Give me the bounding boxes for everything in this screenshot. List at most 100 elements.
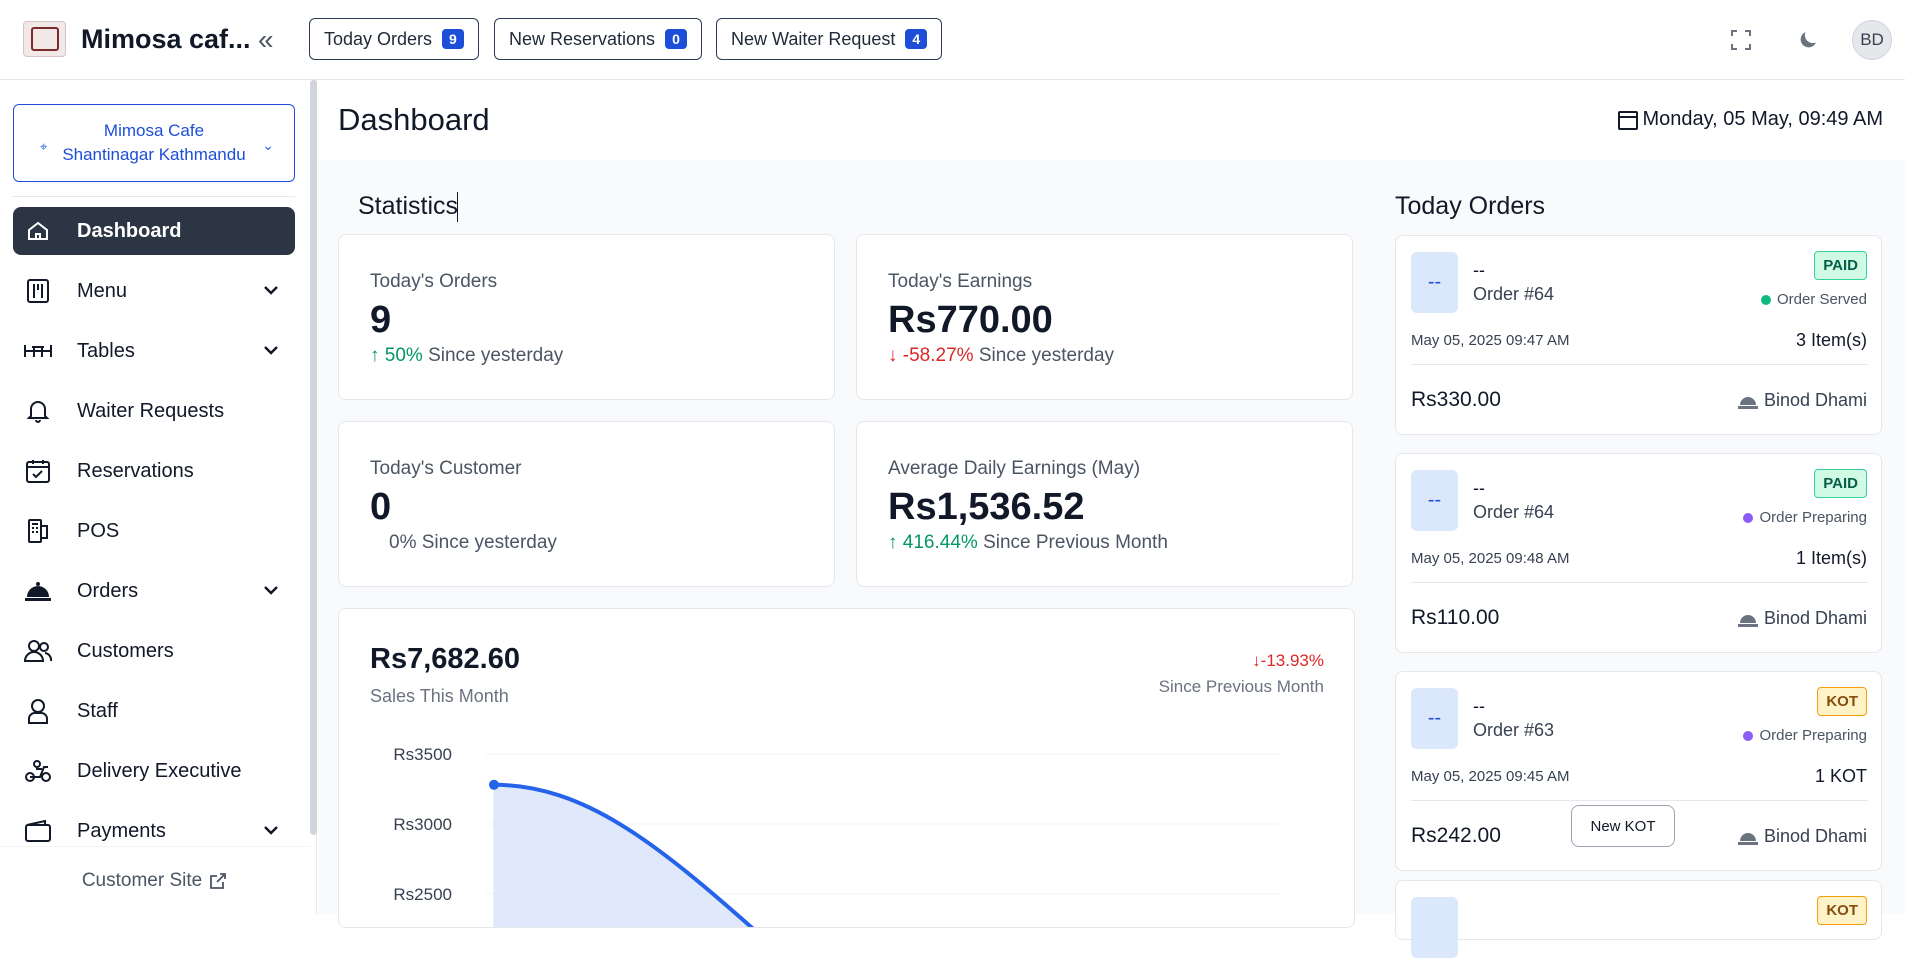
sidebar-item-label: Staff <box>77 700 118 723</box>
user-avatar[interactable]: BD <box>1852 20 1892 60</box>
sales-delta-value: -13.93% <box>1261 651 1324 670</box>
delta-value: 50% <box>385 345 423 366</box>
sidebar-item-dashboard[interactable]: Dashboard <box>13 207 295 255</box>
delta-text: Since Previous Month <box>983 532 1168 553</box>
stat-card-todays-earnings: Today's Earnings Rs770.00 ↓ -58.27% Sinc… <box>856 234 1353 400</box>
y-tick-label: Rs3000 <box>393 815 452 834</box>
order-waiter: Binod Dhami <box>1738 826 1867 847</box>
order-amount: Rs242.00 <box>1411 824 1501 848</box>
order-card[interactable]: -- -- Order #64 PAID Order Preparing May… <box>1395 453 1882 653</box>
stat-value: Rs1,536.52 <box>888 486 1085 529</box>
waiter-cloche-icon <box>1738 829 1758 845</box>
text-cursor <box>457 192 458 222</box>
order-amount: Rs330.00 <box>1411 388 1501 412</box>
data-point[interactable] <box>489 780 499 790</box>
datetime-text: Monday, 05 May, 09:49 AM <box>1643 108 1884 131</box>
branch-name: Mimosa Cafe <box>62 119 245 143</box>
chevron-down-icon <box>261 820 281 840</box>
order-waiter: Binod Dhami <box>1738 608 1867 629</box>
order-waiter: Binod Dhami <box>1738 390 1867 411</box>
sales-delta: ↓-13.93% <box>1252 651 1324 671</box>
sales-area-chart: Rs3500Rs3000Rs2500 <box>339 729 1355 928</box>
y-tick-label: Rs3500 <box>393 745 452 764</box>
stat-label: Today's Orders <box>370 271 497 293</box>
sidebar-item-label: Tables <box>77 340 135 363</box>
order-thumbnail: -- <box>1411 470 1458 531</box>
order-items: 1 KOT <box>1815 766 1867 787</box>
order-items: 3 Item(s) <box>1796 330 1867 351</box>
sidebar-item-label: Customers <box>77 640 174 663</box>
stat-card-todays-customer: Today's Customer 0 0% Since yesterday <box>338 421 835 587</box>
customer-site-label: Customer Site <box>82 870 202 892</box>
fullscreen-icon[interactable] <box>1727 26 1755 54</box>
restaurant-logo <box>23 21 66 57</box>
arrow-up-icon: ↑ <box>888 532 898 553</box>
stat-delta: ↓ -58.27% Since yesterday <box>888 345 1114 367</box>
sidebar-item-delivery-executive[interactable]: Delivery Executive <box>13 747 295 795</box>
order-time: May 05, 2025 09:48 AM <box>1411 550 1569 567</box>
chevron-down-icon <box>261 340 281 360</box>
collapse-sidebar-icon[interactable]: « <box>258 24 274 56</box>
branch-selector[interactable]: ⌖ Mimosa Cafe Shantinagar Kathmandu ⌄ <box>13 104 295 182</box>
scooter-icon <box>23 756 53 786</box>
sidebar-item-label: Delivery Executive <box>77 760 242 783</box>
divider <box>1411 800 1868 801</box>
arrow-up-icon: ↑ <box>370 345 380 366</box>
waiter-name: Binod Dhami <box>1764 608 1867 629</box>
pos-icon <box>23 516 53 546</box>
new-waiter-request-button[interactable]: New Waiter Request 4 <box>716 18 942 60</box>
order-items: 1 Item(s) <box>1796 548 1867 569</box>
today-orders-button[interactable]: Today Orders 9 <box>309 18 479 60</box>
order-time: May 05, 2025 09:45 AM <box>1411 768 1569 785</box>
order-status: Order Served <box>1761 291 1867 308</box>
order-number: Order #63 <box>1473 720 1554 741</box>
arrow-down-icon: ↓ <box>888 345 898 366</box>
statistics-title: Statistics <box>358 192 458 221</box>
sidebar-item-pos[interactable]: POS <box>13 507 295 555</box>
stat-label: Average Daily Earnings (May) <box>888 458 1140 480</box>
kot-status-badge: KOT <box>1817 687 1867 716</box>
wallet-icon <box>23 816 53 846</box>
sidebar: ⌖ Mimosa Cafe Shantinagar Kathmandu ⌄ Da… <box>0 80 317 914</box>
sidebar-item-reservations[interactable]: Reservations <box>13 447 295 495</box>
new-waiter-request-count: 4 <box>905 29 927 49</box>
sidebar-item-label: POS <box>77 520 119 543</box>
top-bar: Mimosa caf... « Today Orders 9 New Reser… <box>0 0 1905 80</box>
current-datetime: Monday, 05 May, 09:49 AM <box>1617 108 1884 131</box>
delta-text: Since yesterday <box>428 345 563 366</box>
sidebar-item-waiter-requests[interactable]: Waiter Requests <box>13 387 295 435</box>
order-card[interactable]: -- -- Order #63 KOT Order Preparing May … <box>1395 671 1882 871</box>
sales-value: Rs7,682.60 <box>370 643 520 676</box>
delta-value: 0% <box>389 532 416 553</box>
sidebar-item-menu[interactable]: Menu <box>13 267 295 315</box>
stat-value: Rs770.00 <box>888 299 1053 342</box>
sidebar-item-staff[interactable]: Staff <box>13 687 295 735</box>
order-thumbnail <box>1411 897 1458 958</box>
new-reservations-button[interactable]: New Reservations 0 <box>494 18 702 60</box>
stat-label: Today's Earnings <box>888 271 1032 293</box>
arrow-down-icon: ↓ <box>1252 651 1261 670</box>
dark-mode-moon-icon[interactable] <box>1794 26 1822 54</box>
location-pin-icon: ⌖ <box>40 135 47 159</box>
branch-location: Shantinagar Kathmandu <box>62 143 245 167</box>
stat-delta: 0% Since yesterday <box>389 532 557 554</box>
sidebar-scrollbar[interactable] <box>310 80 317 835</box>
order-status-text: Order Preparing <box>1759 509 1867 526</box>
sales-label: Sales This Month <box>370 686 509 707</box>
order-card[interactable]: -- -- Order #64 PAID Order Served May 05… <box>1395 235 1882 435</box>
sidebar-item-label: Reservations <box>77 460 194 483</box>
stat-card-average-daily-earnings: Average Daily Earnings (May) Rs1,536.52 … <box>856 421 1353 587</box>
sidebar-item-customers[interactable]: Customers <box>13 627 295 675</box>
sales-delta-text: Since Previous Month <box>1159 677 1324 697</box>
stat-card-todays-orders: Today's Orders 9 ↑ 50% Since yesterday <box>338 234 835 400</box>
order-card[interactable]: KOT <box>1395 880 1882 940</box>
sidebar-item-label: Waiter Requests <box>77 400 224 423</box>
order-customer: -- <box>1473 696 1485 717</box>
customer-site-link[interactable]: Customer Site <box>0 846 310 914</box>
status-dot <box>1761 295 1771 305</box>
status-dot <box>1743 513 1753 523</box>
new-kot-button[interactable]: New KOT <box>1571 805 1675 847</box>
sidebar-item-orders[interactable]: Orders <box>13 567 295 615</box>
home-icon <box>23 216 53 246</box>
sidebar-item-tables[interactable]: Tables <box>13 327 295 375</box>
